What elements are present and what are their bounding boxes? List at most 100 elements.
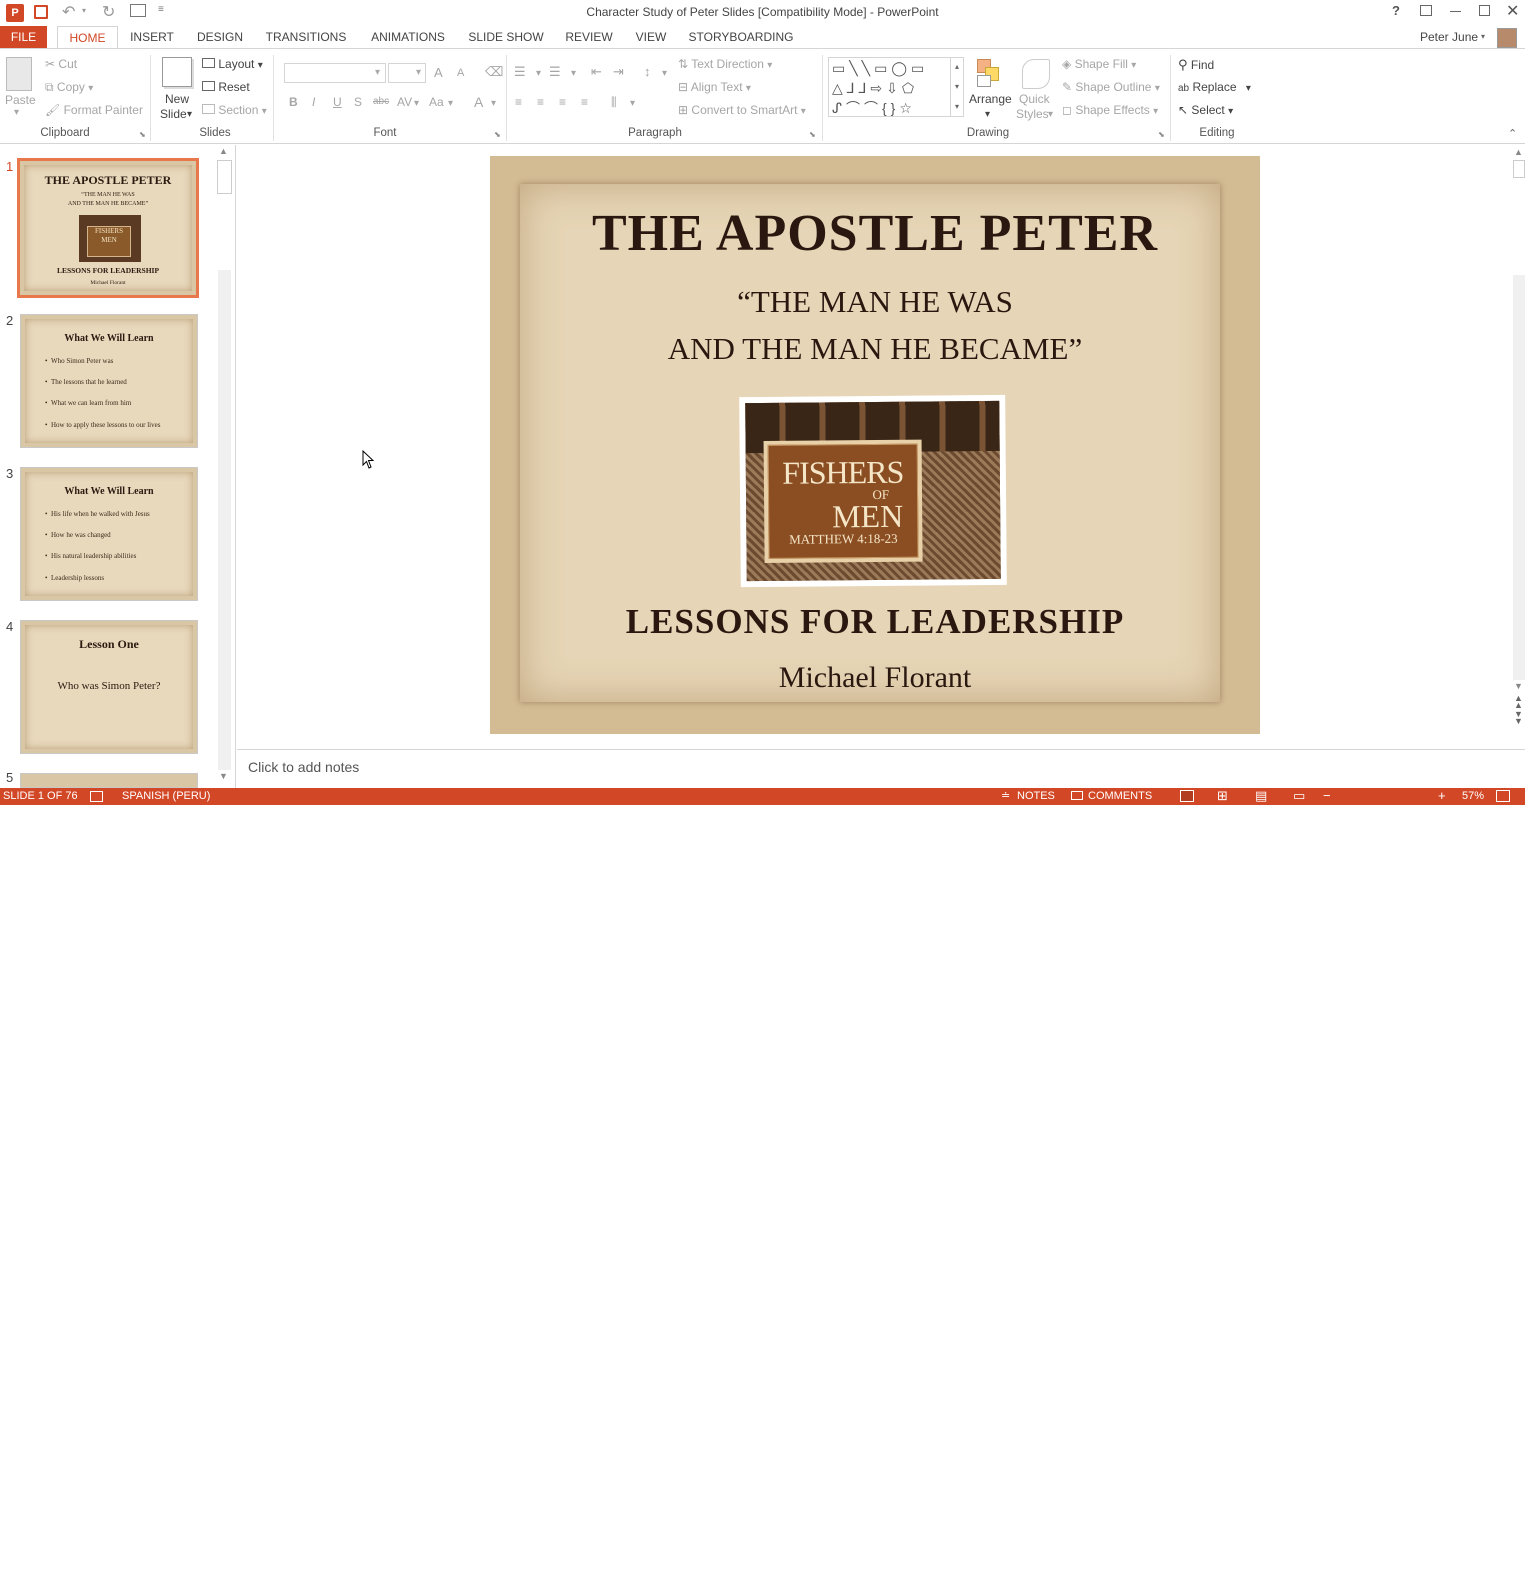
slide-scrollbar[interactable]: ▲ ▼ ▲ ▲ ▼ ▼ (1512, 145, 1525, 726)
text-direction-button[interactable]: ⇅ Text Direction ▾ (678, 57, 772, 71)
thumbnail-scroll-down-icon[interactable]: ▼ (219, 771, 228, 781)
format-painter-button[interactable]: 🖌 Format Painter (45, 103, 143, 117)
current-slide[interactable]: THE APOSTLE PETER “THE MAN HE WAS AND TH… (490, 156, 1260, 734)
notes-icon[interactable]: ≐ (1001, 789, 1010, 802)
font-color-button[interactable]: A (474, 94, 483, 110)
columns-dropdown-icon[interactable]: ▾ (630, 98, 635, 109)
shapes-gallery[interactable]: ▭╲╲▭◯▭ △⅃⅃⇨⇩⬠ ᔑ⌒⌒{}☆ (828, 57, 964, 117)
arrange-icon[interactable] (975, 59, 1003, 89)
grow-font-icon[interactable]: A (434, 65, 443, 80)
tab-slide-show[interactable]: SLIDE SHOW (466, 26, 546, 49)
quick-styles-button[interactable]: Quick (1019, 92, 1050, 106)
maximize-icon[interactable] (1479, 5, 1490, 16)
paste-icon[interactable] (6, 57, 32, 91)
slide-title[interactable]: THE APOSTLE PETER (490, 204, 1260, 263)
tab-design[interactable]: DESIGN (192, 26, 248, 49)
shape-outline-button[interactable]: ✎ Shape Outline ▾ (1062, 80, 1160, 94)
tab-insert[interactable]: INSERT (126, 26, 178, 49)
tab-home[interactable]: HOME (57, 26, 118, 49)
font-color-dropdown-icon[interactable]: ▾ (491, 98, 496, 109)
font-size-dropdown-icon[interactable]: ▾ (416, 67, 421, 78)
collapse-ribbon-icon[interactable]: ⌃ (1508, 127, 1517, 140)
thumbnail-scroll-up-icon[interactable]: ▲ (219, 146, 228, 156)
thumbnail-slide-5[interactable] (20, 773, 198, 788)
thumbnail-slide-4[interactable]: Lesson One Who was Simon Peter? (20, 620, 198, 754)
text-shadow-icon[interactable]: S (354, 95, 362, 109)
find-button[interactable]: ⚲ Find (1178, 57, 1214, 73)
notes-pane[interactable]: Click to add notes (237, 749, 1525, 787)
paste-dropdown-icon[interactable]: ▾ (14, 107, 19, 118)
align-center-icon[interactable]: ≡ (537, 95, 544, 109)
numbering-dropdown-icon[interactable]: ▾ (571, 68, 576, 79)
thumbnail-slide-1[interactable]: THE APOSTLE PETER “THE MAN HE WAS AND TH… (17, 158, 199, 298)
user-dropdown-icon[interactable]: ▾ (1481, 32, 1485, 41)
tab-view[interactable]: VIEW (630, 26, 672, 49)
columns-icon[interactable]: ⫼ (611, 95, 617, 110)
tab-review[interactable]: REVIEW (561, 26, 617, 49)
shape-fill-button[interactable]: ◈ Shape Fill ▾ (1062, 57, 1136, 71)
font-name-dropdown-icon[interactable]: ▾ (375, 67, 380, 78)
replace-button[interactable]: ab Replace ▾ (1178, 80, 1251, 94)
clear-formatting-icon[interactable]: ⌫ (485, 64, 503, 80)
bold-button[interactable]: B (289, 95, 298, 109)
new-slide-icon[interactable] (162, 57, 192, 87)
italic-button[interactable]: I (312, 95, 315, 109)
reading-view-icon[interactable]: ▤ (1255, 788, 1267, 804)
avatar[interactable] (1497, 28, 1517, 48)
font-name-box[interactable] (284, 63, 386, 83)
thumbnail-scroll-thumb[interactable] (217, 160, 232, 194)
slide-count[interactable]: SLIDE 1 OF 76 (3, 790, 78, 802)
fishers-of-men-image[interactable]: FISHERS OF MEN MATTHEW 4:18-23 (739, 394, 1007, 588)
slide-scroll-up-icon[interactable]: ▲ (1514, 147, 1523, 157)
line-spacing-dropdown-icon[interactable]: ▾ (662, 68, 667, 79)
tab-animations[interactable]: ANIMATIONS (364, 26, 452, 49)
close-icon[interactable]: ✕ (1506, 1, 1519, 21)
user-name[interactable]: Peter June (1420, 30, 1478, 44)
slide-subtitle-line2[interactable]: AND THE MAN HE BECAME” (490, 331, 1260, 367)
fit-slide-icon[interactable] (1496, 790, 1510, 802)
slide-sorter-view-icon[interactable]: ⊞ (1217, 788, 1228, 804)
zoom-slider-thumb[interactable] (1361, 1579, 1365, 1590)
bullets-icon[interactable]: ☰ (514, 64, 526, 80)
help-icon[interactable]: ? (1392, 3, 1400, 18)
cut-button[interactable]: ✂ Cut (45, 57, 77, 71)
section-button[interactable]: Section ▾ (202, 103, 267, 117)
thumbnail-slide-2[interactable]: What We Will Learn Who Simon Peter was T… (20, 314, 198, 448)
align-left-icon[interactable]: ≡ (515, 95, 522, 109)
underline-button[interactable]: U (333, 95, 342, 109)
select-button[interactable]: ↖ Select ▾ (1178, 103, 1233, 117)
thumbnail-scroll-track[interactable] (218, 270, 231, 770)
tab-file[interactable]: FILE (0, 26, 47, 49)
strikethrough-button[interactable]: abc (373, 96, 389, 107)
line-spacing-icon[interactable]: ↕ (644, 64, 651, 79)
shape-effects-button[interactable]: ◻ Shape Effects ▾ (1062, 103, 1158, 117)
slide-show-view-icon[interactable]: ▭ (1293, 788, 1305, 804)
copy-button[interactable]: ⧉ Copy ▾ (45, 80, 93, 95)
zoom-in-icon[interactable]: + (1438, 788, 1446, 803)
arrange-dropdown-icon[interactable]: ▾ (985, 109, 990, 120)
notes-button[interactable]: NOTES (1017, 790, 1055, 802)
quick-styles-dropdown-icon[interactable]: ▾ (1048, 109, 1053, 120)
bullets-dropdown-icon[interactable]: ▾ (536, 68, 541, 79)
slide-bottom-title[interactable]: LESSONS FOR LEADERSHIP (490, 602, 1260, 642)
zoom-level[interactable]: 57% (1462, 790, 1484, 802)
change-case-button[interactable]: Aa (429, 95, 444, 109)
justify-icon[interactable]: ≡ (581, 95, 588, 109)
zoom-slider-track[interactable] (1336, 1584, 1436, 1585)
slide-scroll-thumb[interactable] (1513, 160, 1525, 178)
decrease-indent-icon[interactable]: ⇤ (591, 64, 602, 80)
quick-styles-label2[interactable]: Styles (1016, 107, 1049, 121)
tab-transitions[interactable]: TRANSITIONS (262, 26, 350, 49)
comments-icon[interactable] (1071, 791, 1083, 800)
slide-scroll-down-icon[interactable]: ▼ (1514, 681, 1523, 691)
slide-author[interactable]: Michael Florant (490, 661, 1260, 695)
new-slide-button[interactable]: New (165, 92, 189, 106)
previous-slide-icon[interactable]: ▲ ▲ (1514, 694, 1523, 710)
clipboard-launcher-icon[interactable]: ⬊ (139, 130, 146, 139)
align-right-icon[interactable]: ≡ (559, 95, 566, 109)
shapes-more-icon[interactable]: ▴ ▾ ▾ (950, 57, 963, 117)
tab-storyboarding[interactable]: STORYBOARDING (686, 26, 796, 49)
slide-scroll-track[interactable] (1513, 275, 1525, 680)
font-launcher-icon[interactable]: ⬊ (494, 130, 501, 139)
shrink-font-icon[interactable]: A (457, 67, 464, 79)
